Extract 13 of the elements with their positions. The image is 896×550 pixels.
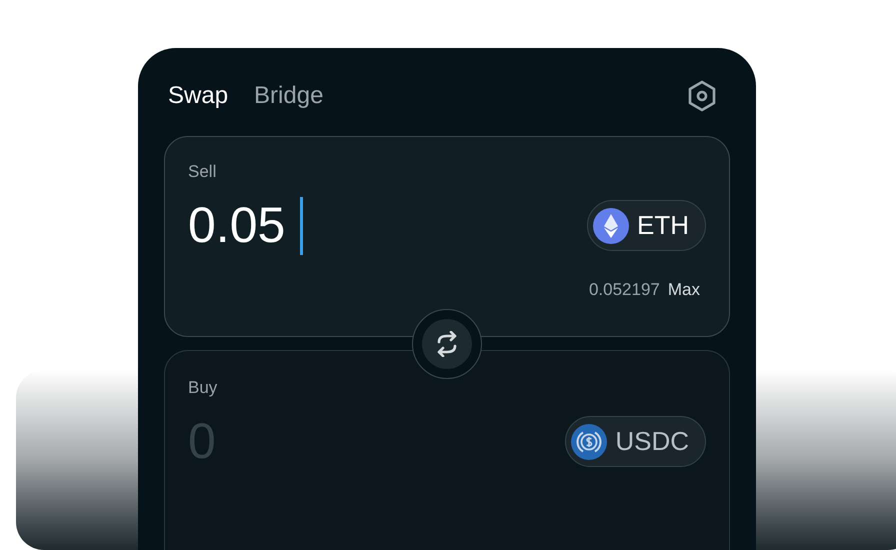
settings-icon[interactable] xyxy=(686,79,718,113)
token-selector[interactable]: USDC xyxy=(565,416,706,467)
dollar-coin-icon xyxy=(571,424,608,460)
max-link[interactable]: Max xyxy=(668,277,700,302)
buy-label: Buy xyxy=(188,379,218,396)
tab[interactable]: Bridge xyxy=(254,78,324,114)
tab[interactable]: Swap xyxy=(168,78,228,114)
token-selector[interactable]: ETH xyxy=(587,200,706,251)
sell-label: Sell xyxy=(188,163,218,180)
amount-field[interactable]: 0.05 xyxy=(188,188,300,263)
swap-direction-icon[interactable] xyxy=(422,319,472,369)
text-cursor xyxy=(300,196,303,254)
balance-text: 0.052197 xyxy=(588,279,660,301)
